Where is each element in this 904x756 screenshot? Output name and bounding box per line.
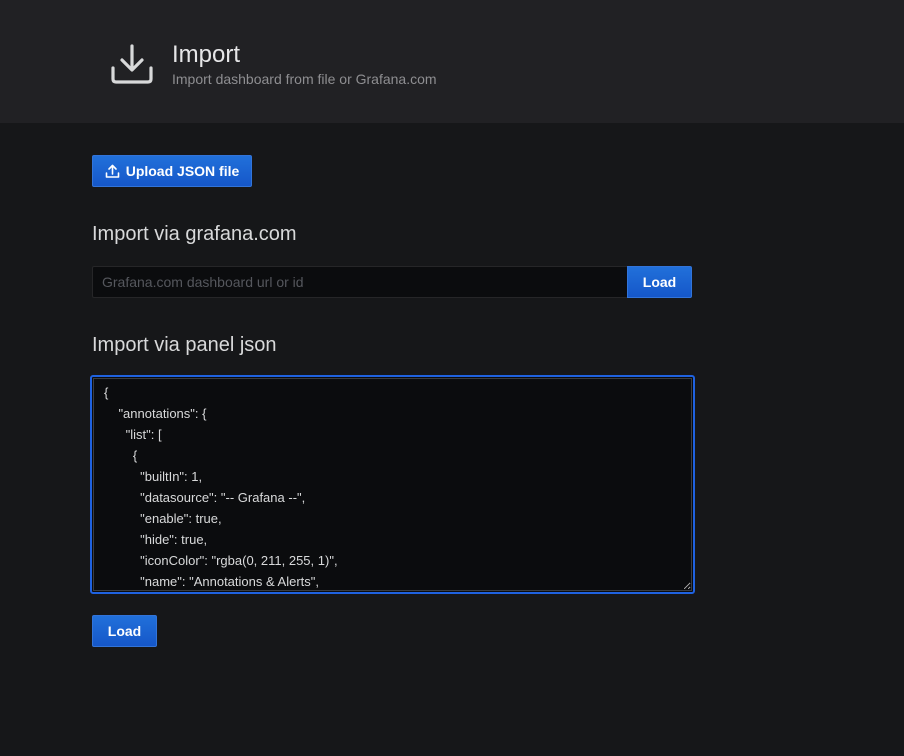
panel-json-textarea[interactable] bbox=[93, 378, 692, 591]
grafana-com-url-input[interactable] bbox=[92, 266, 628, 298]
upload-json-button[interactable]: Upload JSON file bbox=[92, 155, 252, 187]
panel-json-load-button[interactable]: Load bbox=[92, 615, 157, 647]
upload-json-label: Upload JSON file bbox=[125, 163, 240, 179]
page-title: Import bbox=[172, 41, 241, 68]
panel-json-section-title: Import via panel json bbox=[92, 334, 277, 356]
upload-icon bbox=[105, 164, 120, 179]
download-icon bbox=[110, 42, 154, 86]
grafana-com-load-button[interactable]: Load bbox=[627, 266, 692, 298]
page-subtitle: Import dashboard from file or Grafana.co… bbox=[172, 71, 437, 87]
panel-json-field bbox=[90, 375, 695, 594]
page-header: Import Import dashboard from file or Gra… bbox=[0, 0, 904, 123]
grafana-com-section-title: Import via grafana.com bbox=[92, 223, 297, 245]
